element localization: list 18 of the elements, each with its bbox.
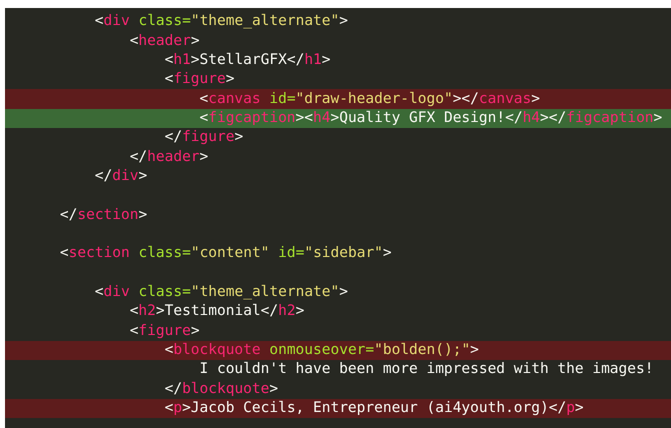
code-line: <figure> bbox=[130, 322, 200, 340]
code-line: <blockquote onmouseover="bolden();"> bbox=[164, 342, 479, 360]
code-line: </header> bbox=[130, 148, 208, 166]
code-line: <div class="theme_alternate"> bbox=[94, 284, 348, 301]
code-line: <h1>StellarGFX</h1> bbox=[164, 52, 331, 69]
code-line: </div> bbox=[94, 168, 148, 185]
code-line: <h2>Testimonial</h2> bbox=[130, 303, 304, 320]
code-line: <canvas id="draw-header-logo"></canvas> bbox=[200, 90, 540, 108]
code-line: <div class="theme_alternate"> bbox=[94, 13, 348, 30]
code-line: <figcaption><h4>Quality GFX Design!</h4></figcaption> bbox=[200, 110, 662, 127]
code-line: </blockquote> bbox=[164, 380, 278, 398]
code-line: <section class="content" id="sidebar"> bbox=[60, 245, 392, 262]
code-line: I couldn't have been more impressed with the images! bbox=[200, 361, 654, 378]
code-line: <header> bbox=[130, 32, 200, 50]
code-line: </section> bbox=[60, 206, 148, 224]
code-line: <figure> bbox=[164, 71, 234, 88]
code-line: </figure> bbox=[164, 129, 244, 146]
code-line: <p>Jacob Cecils, Entrepreneur (ai4youth.org)</p> bbox=[164, 400, 584, 418]
